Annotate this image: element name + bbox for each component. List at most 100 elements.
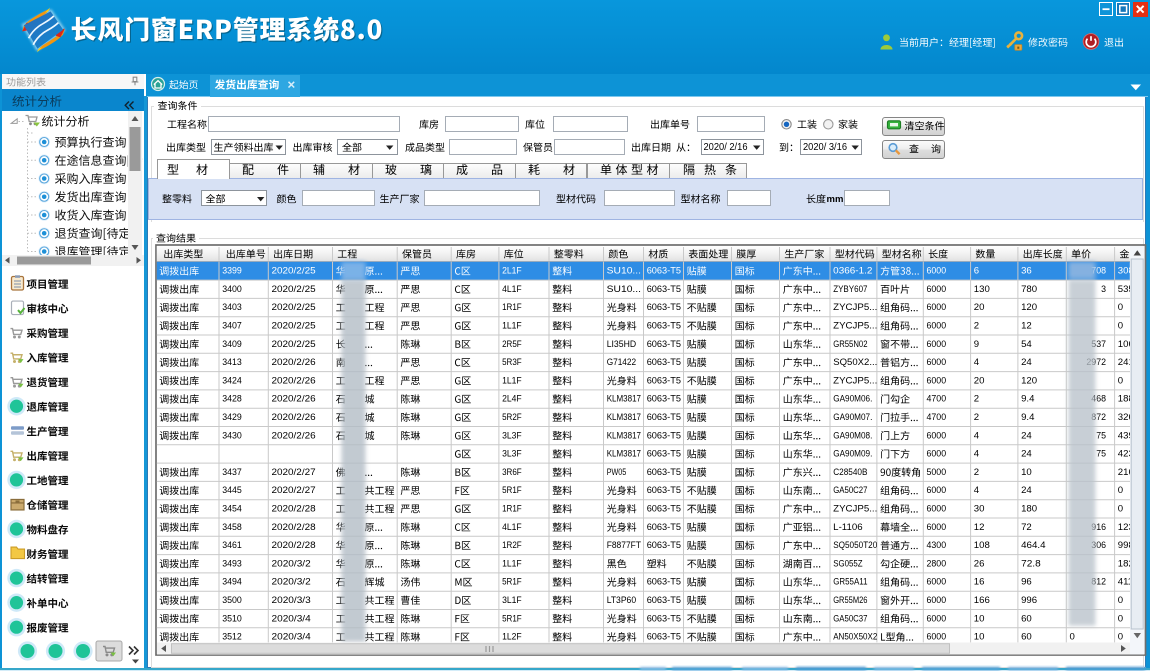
- svg-text:3445: 3445: [222, 485, 242, 496]
- svg-text:6: 6: [974, 266, 979, 277]
- svg-text:12: 12: [974, 522, 985, 533]
- svg-text:GR55N02: GR55N02: [833, 339, 867, 350]
- svg-text:130: 130: [974, 284, 990, 295]
- svg-text:10: 10: [974, 613, 985, 624]
- svg-text:3403: 3403: [222, 302, 242, 313]
- svg-text:780: 780: [1021, 284, 1037, 295]
- svg-text:2020/3/3: 2020/3/3: [272, 595, 311, 606]
- svg-text:SQ5050T20: SQ5050T20: [833, 540, 877, 551]
- svg-text:96: 96: [1021, 577, 1032, 588]
- svg-text:GA50C37: GA50C37: [833, 613, 867, 624]
- svg-text:10: 10: [1021, 467, 1032, 478]
- svg-text:5R2F: 5R2F: [502, 412, 522, 423]
- svg-text:3: 3: [1101, 284, 1106, 295]
- svg-text:2020/2/26: 2020/2/26: [272, 412, 316, 423]
- svg-text:0: 0: [1118, 595, 1123, 606]
- svg-text:SU10...: SU10...: [607, 284, 641, 295]
- svg-text:6063-T5: 6063-T5: [647, 302, 681, 313]
- svg-text:24: 24: [1021, 357, 1032, 368]
- svg-text:3L1F: 3L1F: [502, 595, 522, 606]
- svg-text:3494: 3494: [222, 577, 242, 588]
- svg-text:3407: 3407: [222, 321, 242, 332]
- svg-text:6063-T5: 6063-T5: [647, 394, 681, 405]
- svg-text:12: 12: [1021, 321, 1032, 332]
- svg-text:ZYCJP5...: ZYCJP5...: [833, 302, 877, 313]
- svg-text:2: 2: [974, 394, 979, 405]
- svg-text:SG055Z: SG055Z: [833, 558, 863, 569]
- svg-text:6063-T5: 6063-T5: [647, 412, 681, 423]
- svg-text:0: 0: [1118, 485, 1123, 496]
- svg-text:3510: 3510: [222, 613, 242, 624]
- svg-text:4300: 4300: [927, 540, 947, 551]
- svg-text:5R1F: 5R1F: [502, 485, 522, 496]
- svg-text:0: 0: [1118, 504, 1123, 515]
- svg-text:6000: 6000: [927, 284, 947, 295]
- svg-text:6000: 6000: [927, 632, 947, 643]
- svg-text:2020/2/27: 2020/2/27: [272, 485, 316, 496]
- svg-text:5000: 5000: [927, 467, 947, 478]
- svg-text:4: 4: [974, 449, 980, 460]
- svg-text:2020/3/4: 2020/3/4: [272, 632, 312, 643]
- svg-text:72: 72: [1021, 522, 1032, 533]
- svg-text:mm: mm: [827, 194, 844, 205]
- svg-text:4: 4: [974, 357, 980, 368]
- svg-text:0: 0: [1118, 375, 1123, 386]
- svg-text:6063-T5: 6063-T5: [647, 522, 681, 533]
- svg-text:3429: 3429: [222, 412, 242, 423]
- svg-text:6000: 6000: [927, 522, 947, 533]
- svg-text:F8877FT: F8877FT: [607, 540, 641, 551]
- svg-text:2020/2/26: 2020/2/26: [272, 430, 316, 441]
- svg-text:120: 120: [1021, 375, 1037, 386]
- svg-text:GA90M06.: GA90M06.: [833, 394, 872, 405]
- svg-text:SQ50X2...: SQ50X2...: [833, 357, 877, 368]
- svg-text:4: 4: [974, 430, 980, 441]
- svg-text:20: 20: [974, 375, 985, 386]
- svg-text:AN50X50X2: AN50X50X2: [833, 632, 877, 643]
- svg-text:3458: 3458: [222, 522, 242, 533]
- svg-text:180: 180: [1021, 504, 1037, 515]
- svg-text:3437: 3437: [222, 467, 242, 478]
- svg-text:6063-T5: 6063-T5: [647, 540, 681, 551]
- svg-text:6000: 6000: [927, 449, 947, 460]
- svg-text:GA90M09.: GA90M09.: [833, 449, 872, 460]
- svg-text:L-1106: L-1106: [833, 522, 862, 533]
- svg-text:ZYBY607: ZYBY607: [833, 284, 867, 295]
- svg-text:2800: 2800: [927, 558, 947, 569]
- svg-text:3399: 3399: [222, 266, 242, 277]
- svg-text:6000: 6000: [927, 613, 947, 624]
- svg-text:2020/ 3/16: 2020/ 3/16: [803, 142, 847, 153]
- svg-text:LT3P60: LT3P60: [607, 595, 636, 606]
- svg-text:3500: 3500: [222, 595, 242, 606]
- svg-text:2020/2/25: 2020/2/25: [272, 321, 316, 332]
- svg-text:75: 75: [1096, 449, 1106, 460]
- svg-text:4700: 4700: [927, 394, 947, 405]
- svg-text:16: 16: [974, 577, 985, 588]
- svg-text:3428: 3428: [222, 394, 242, 405]
- svg-text:20: 20: [974, 302, 985, 313]
- svg-text:1R2F: 1R2F: [502, 540, 522, 551]
- svg-text:6000: 6000: [927, 485, 947, 496]
- svg-text:GA90M08.: GA90M08.: [833, 430, 872, 441]
- svg-text:6063-T5: 6063-T5: [647, 449, 681, 460]
- svg-text:6000: 6000: [927, 339, 947, 350]
- svg-text:3R6F: 3R6F: [502, 467, 522, 478]
- svg-text:6063-T5: 6063-T5: [647, 266, 681, 277]
- svg-text:2: 2: [974, 467, 979, 478]
- svg-text:464.4: 464.4: [1021, 540, 1046, 551]
- svg-text:LI35HD: LI35HD: [607, 339, 636, 350]
- svg-text:2: 2: [974, 321, 979, 332]
- svg-text:0: 0: [1070, 632, 1075, 643]
- svg-text:2: 2: [974, 412, 979, 423]
- svg-text:166: 166: [974, 595, 990, 606]
- svg-text:GA90M07.: GA90M07.: [833, 412, 872, 423]
- svg-text:ZYCJP5...: ZYCJP5...: [833, 375, 877, 386]
- svg-text:1L1F: 1L1F: [502, 321, 522, 332]
- svg-text:1L1F: 1L1F: [502, 375, 522, 386]
- svg-text:2020/3/2: 2020/3/2: [272, 577, 311, 588]
- svg-text:3400: 3400: [222, 284, 242, 295]
- svg-text:2L1F: 2L1F: [502, 266, 522, 277]
- svg-text:60: 60: [1021, 632, 1032, 643]
- svg-text:6063-T5: 6063-T5: [647, 375, 681, 386]
- svg-text:3493: 3493: [222, 558, 242, 569]
- svg-text:6063-T5: 6063-T5: [647, 613, 681, 624]
